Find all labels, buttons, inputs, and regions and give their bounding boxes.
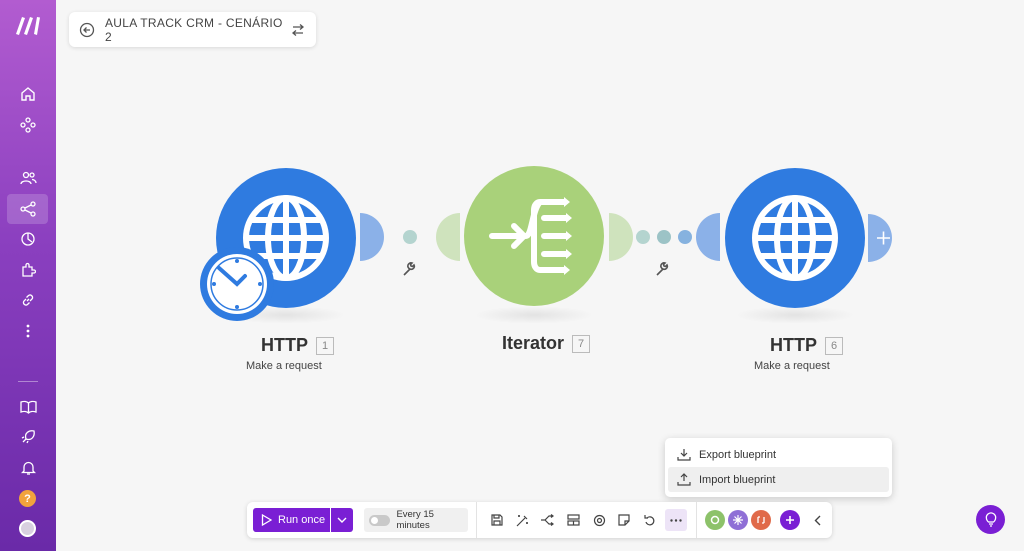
lightbulb-icon: [985, 512, 996, 527]
more-menu: Export blueprint Import blueprint: [665, 438, 892, 497]
lightbulb-help-button[interactable]: [976, 505, 1005, 534]
wrench-icon[interactable]: [403, 262, 416, 276]
module-shadow: [474, 306, 594, 324]
module-title: HTTP: [770, 335, 817, 355]
app-icon-1[interactable]: [705, 510, 725, 530]
link-dot[interactable]: [403, 230, 417, 244]
upload-icon: [677, 473, 691, 486]
undo-icon[interactable]: [641, 511, 659, 529]
magic-wand-icon[interactable]: [513, 511, 531, 529]
app-icon-3[interactable]: [751, 510, 771, 530]
wrench-icon[interactable]: [656, 262, 669, 276]
module-subtitle: Make a request: [246, 360, 322, 372]
settings-gear-icon[interactable]: [590, 511, 608, 529]
link-dot[interactable]: [678, 230, 692, 244]
schedule-toggle[interactable]: [369, 514, 391, 526]
module-number: 7: [572, 334, 591, 353]
more-options-icon[interactable]: [665, 509, 687, 531]
module-title: Iterator: [502, 333, 565, 353]
run-options-button[interactable]: [331, 508, 353, 532]
schedule-clock-icon[interactable]: [200, 247, 274, 321]
module-subtitle: Make a request: [754, 360, 830, 372]
app-icon-2[interactable]: [728, 510, 748, 530]
save-icon[interactable]: [488, 511, 506, 529]
run-once-button[interactable]: Run once: [253, 508, 330, 532]
bottom-toolbar: Run once Every 15 minutes: [247, 502, 832, 538]
module-connector[interactable]: [436, 213, 460, 261]
toolbar-divider: [696, 502, 697, 538]
import-blueprint-item[interactable]: Import blueprint: [668, 467, 889, 492]
module-number: 1: [316, 336, 334, 355]
menu-item-label: Import blueprint: [699, 473, 776, 486]
run-once-label: Run once: [278, 514, 326, 526]
module-connector[interactable]: [696, 213, 720, 261]
module-name: Iterator 7: [502, 333, 591, 354]
download-icon: [677, 449, 691, 461]
data-structure-icon[interactable]: [564, 511, 582, 529]
toolbar-divider: [476, 502, 477, 538]
add-app-icon[interactable]: [780, 510, 800, 530]
schedule-label: Every 15 minutes: [396, 509, 434, 531]
module-name: HTTP 1: [261, 335, 334, 356]
module-title: HTTP: [261, 335, 308, 355]
link-dot[interactable]: [636, 230, 650, 244]
iterator-module[interactable]: [464, 166, 604, 306]
module-number: 6: [825, 336, 843, 355]
chevron-left-icon[interactable]: [808, 511, 826, 529]
iterator-icon: [489, 197, 572, 275]
export-blueprint-item[interactable]: Export blueprint: [668, 442, 889, 467]
play-icon: [261, 514, 272, 526]
module-shadow: [735, 306, 855, 324]
menu-item-label: Export blueprint: [699, 448, 777, 461]
module-connector[interactable]: [609, 213, 633, 261]
link-dot[interactable]: [657, 230, 671, 244]
globe-icon: [752, 195, 838, 281]
module-name: HTTP 6: [770, 335, 843, 356]
notes-icon[interactable]: [615, 511, 633, 529]
flow-control-icon[interactable]: [538, 511, 556, 529]
schedule-setting[interactable]: Every 15 minutes: [364, 508, 468, 532]
module-connector[interactable]: [360, 213, 384, 261]
http-module-6[interactable]: [725, 168, 865, 308]
chevron-down-icon: [337, 517, 347, 523]
